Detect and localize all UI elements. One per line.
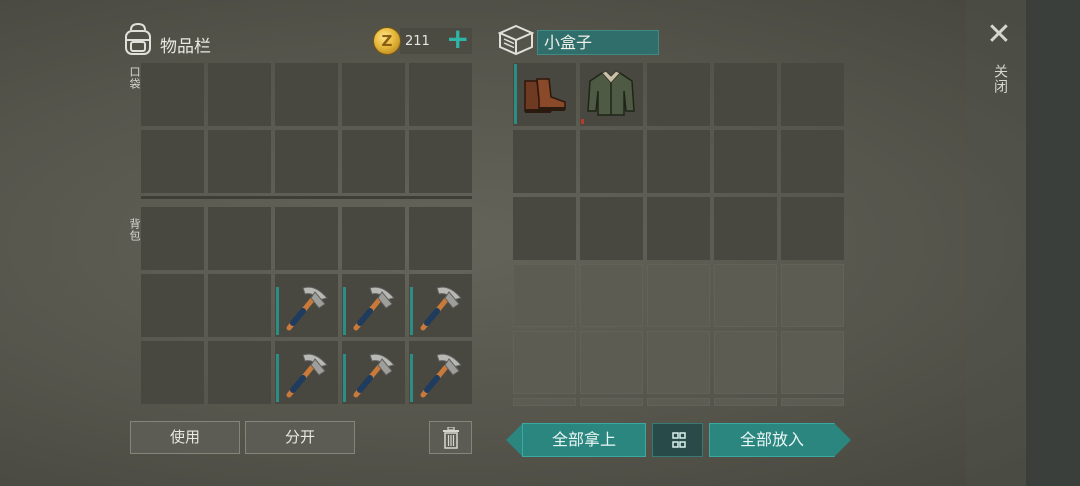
inventory-slot[interactable] (342, 341, 405, 404)
inventory-slot[interactable] (781, 398, 844, 406)
inventory-slot[interactable] (141, 274, 204, 337)
inventory-slot[interactable] (647, 264, 710, 327)
take-all-arrow[interactable] (506, 423, 523, 457)
inventory-slot[interactable] (781, 63, 844, 126)
coin-symbol: Z (381, 32, 393, 50)
inventory-slot[interactable] (208, 63, 271, 126)
durability-bar (343, 354, 346, 402)
inventory-slot[interactable] (714, 331, 777, 394)
box-icon (498, 24, 534, 56)
side-edge (1026, 0, 1080, 486)
inventory-slot[interactable] (580, 130, 643, 193)
durability-bar (581, 119, 584, 124)
put-all-arrow[interactable] (834, 423, 851, 457)
coin-icon: Z (373, 27, 401, 55)
inventory-slot[interactable] (580, 63, 643, 126)
inventory-slot[interactable] (208, 207, 271, 270)
inventory-slot[interactable] (342, 207, 405, 270)
inventory-slot[interactable] (141, 130, 204, 193)
sort-button[interactable] (652, 423, 703, 457)
sort-icon (672, 432, 686, 448)
inventory-slot[interactable] (781, 331, 844, 394)
inventory-slot[interactable] (409, 207, 472, 270)
inventory-slot[interactable] (513, 63, 576, 126)
inventory-slot[interactable] (141, 63, 204, 126)
backpack-icon (125, 22, 151, 55)
inventory-slot[interactable] (275, 63, 338, 126)
pickaxe-icon (420, 286, 462, 331)
inventory-slot[interactable] (580, 264, 643, 327)
inventory-slot[interactable] (275, 207, 338, 270)
jacket-icon (587, 70, 635, 116)
inventory-slot[interactable] (208, 274, 271, 337)
inventory-slot[interactable] (647, 331, 710, 394)
inventory-slot[interactable] (342, 130, 405, 193)
inventory-slot[interactable] (513, 197, 576, 260)
inventory-slot[interactable] (781, 197, 844, 260)
pocket-grid (141, 63, 472, 193)
close-label[interactable]: 关闭 (990, 64, 1010, 94)
inventory-slot[interactable] (714, 398, 777, 406)
inventory-slot[interactable] (208, 130, 271, 193)
inventory-slot[interactable] (342, 63, 405, 126)
boots-icon (524, 78, 566, 113)
pickaxe-icon (286, 286, 328, 331)
inventory-slot[interactable] (275, 341, 338, 404)
inventory-slot[interactable] (208, 341, 271, 404)
inventory-slot[interactable] (513, 398, 576, 406)
pickaxe-icon (420, 353, 462, 398)
inventory-slot[interactable] (513, 130, 576, 193)
inventory-slot[interactable] (647, 398, 710, 406)
durability-bar (276, 287, 279, 335)
take-all-button[interactable]: 全部拿上 (522, 423, 646, 457)
durability-bar (410, 354, 413, 402)
inventory-slot[interactable] (647, 63, 710, 126)
inventory-slot[interactable] (580, 398, 643, 406)
put-all-button[interactable]: 全部放入 (709, 423, 835, 457)
add-currency-button[interactable]: + (446, 25, 469, 53)
trash-icon (442, 426, 459, 449)
inventory-slot[interactable] (781, 130, 844, 193)
inventory-slot[interactable] (409, 274, 472, 337)
split-button[interactable]: 分开 (245, 421, 355, 454)
container-grid (513, 63, 844, 406)
pocket-label: 口袋 (128, 66, 141, 90)
pickaxe-icon (353, 286, 395, 331)
durability-bar (514, 64, 517, 124)
inventory-slot[interactable] (409, 63, 472, 126)
durability-bar (410, 287, 413, 335)
use-button[interactable]: 使用 (130, 421, 240, 454)
inventory-slot[interactable] (275, 274, 338, 337)
backpack-grid (141, 207, 472, 404)
pickaxe-icon (353, 353, 395, 398)
inventory-title: 物品栏 (160, 37, 211, 57)
container-name: 小盒子 (537, 30, 659, 55)
coin-count: 211 (405, 34, 430, 49)
inventory-slot[interactable] (580, 197, 643, 260)
inventory-slot[interactable] (714, 130, 777, 193)
inventory-slot[interactable] (781, 264, 844, 327)
inventory-slot[interactable] (141, 341, 204, 404)
durability-bar (276, 354, 279, 402)
inventory-slot[interactable] (275, 130, 338, 193)
inventory-slot[interactable] (409, 341, 472, 404)
inventory-slot[interactable] (714, 197, 777, 260)
durability-bar (343, 287, 346, 335)
inventory-slot[interactable] (647, 130, 710, 193)
inventory-slot[interactable] (513, 331, 576, 394)
inventory-slot[interactable] (141, 207, 204, 270)
inventory-slot[interactable] (647, 197, 710, 260)
trash-button[interactable] (429, 421, 472, 454)
inventory-slot[interactable] (409, 130, 472, 193)
inventory-slot[interactable] (714, 264, 777, 327)
pickaxe-icon (286, 353, 328, 398)
inventory-slot[interactable] (580, 331, 643, 394)
inventory-slot[interactable] (714, 63, 777, 126)
divider (141, 196, 472, 199)
close-icon[interactable]: ✕ (986, 20, 1012, 51)
backpack-label: 背包 (128, 218, 141, 242)
inventory-slot[interactable] (513, 264, 576, 327)
inventory-slot[interactable] (342, 274, 405, 337)
